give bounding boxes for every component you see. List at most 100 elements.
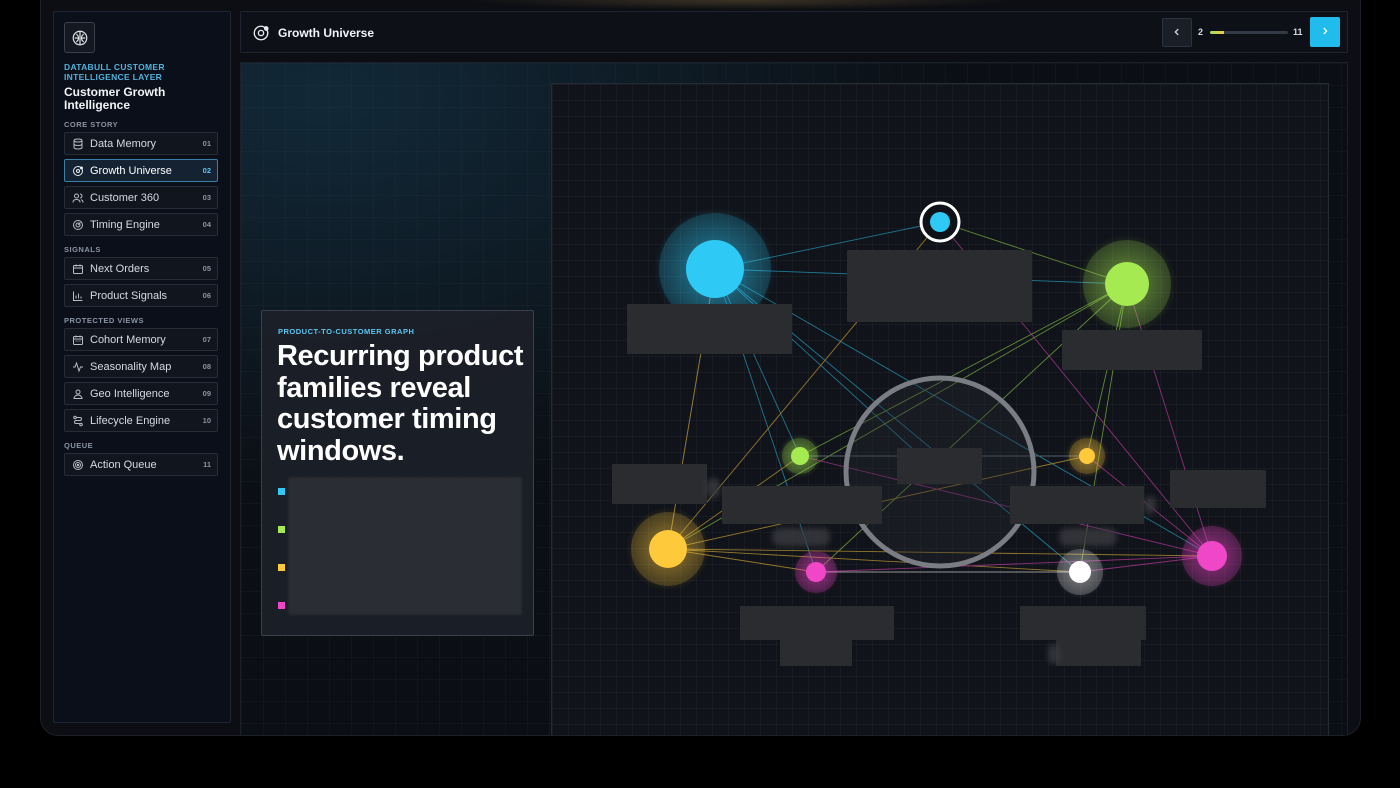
redacted-node-label <box>780 640 852 666</box>
bar-chart-icon <box>71 289 84 302</box>
sidebar-item-product-signals[interactable]: Product Signals 06 <box>64 284 218 307</box>
sidebar-item-data-memory[interactable]: Data Memory 01 <box>64 132 218 155</box>
node-green[interactable] <box>1105 262 1149 306</box>
sidebar-item-label: Data Memory <box>90 137 157 150</box>
page-progress <box>1210 31 1288 34</box>
sidebar-item-label: Cohort Memory <box>90 333 166 346</box>
redacted-node-label <box>627 304 792 354</box>
sidebar-item-label: Timing Engine <box>90 218 160 231</box>
redacted-node-label <box>1020 606 1146 640</box>
sidebar-item-geo-intelligence[interactable]: Geo Intelligence 09 <box>64 382 218 405</box>
sidebar-item-label: Seasonality Map <box>90 360 172 373</box>
redacted-node-label <box>612 464 707 504</box>
calendar-icon <box>71 262 84 275</box>
timer-icon <box>71 218 84 231</box>
legend-swatch-yellow <box>278 564 285 571</box>
sidebar-item-number: 02 <box>202 166 211 175</box>
redacted-node-label <box>847 250 1032 322</box>
sidebar-item-number: 05 <box>202 264 211 273</box>
chevron-left-icon <box>1172 24 1182 42</box>
sidebar-item-action-queue[interactable]: Action Queue 11 <box>64 453 218 476</box>
page-total: 11 <box>1293 27 1303 37</box>
redacted-node-tag <box>772 528 830 546</box>
sidebar-item-label: Growth Universe <box>90 164 172 177</box>
nav-section-core-story: CORE STORY <box>64 120 119 129</box>
redacted-node-label <box>1170 470 1266 508</box>
sidebar-item-cohort-memory[interactable]: Cohort Memory 07 <box>64 328 218 351</box>
node-yellow[interactable] <box>649 530 687 568</box>
sidebar-item-number: 10 <box>202 416 211 425</box>
sidebar-item-number: 07 <box>202 335 211 344</box>
redacted-node-label <box>722 486 882 524</box>
sidebar-item-seasonality-map[interactable]: Seasonality Map 08 <box>64 355 218 378</box>
node-magenta-small[interactable] <box>806 562 826 582</box>
page-current: 2 <box>1198 27 1204 37</box>
calendar-icon <box>71 333 84 346</box>
sidebar-item-timing-engine[interactable]: Timing Engine 04 <box>64 213 218 236</box>
target-icon <box>71 458 84 471</box>
sidebar-item-number: 09 <box>202 389 211 398</box>
page-title: Growth Universe <box>278 26 375 40</box>
nav-section-protected-views: PROTECTED VIEWS <box>64 316 145 325</box>
page-progress-fill <box>1210 31 1225 34</box>
sidebar-item-number: 03 <box>202 193 211 202</box>
redacted-node-tag <box>1048 644 1060 664</box>
product-graph <box>551 83 1329 735</box>
previous-page-button[interactable] <box>1162 18 1192 47</box>
sidebar-item-label: Customer 360 <box>90 191 160 204</box>
graph-svg <box>626 201 1246 598</box>
node-green-small[interactable] <box>791 447 809 465</box>
main-canvas: PRODUCT-TO-CUSTOMER GRAPH Recurring prod… <box>240 62 1348 735</box>
sidebar-item-customer-360[interactable]: Customer 360 03 <box>64 186 218 209</box>
brand-title: Customer Growth Intelligence <box>64 85 166 112</box>
sidebar-item-number: 06 <box>202 291 211 300</box>
redacted-node-tag <box>706 478 720 498</box>
users-icon <box>71 191 84 204</box>
page-header: Growth Universe 2 11 <box>240 11 1348 53</box>
sidebar-item-label: Action Queue <box>90 458 157 471</box>
sidebar-item-label: Product Signals <box>90 289 168 302</box>
sidebar-item-number: 08 <box>202 362 211 371</box>
redacted-legend-text <box>288 477 522 615</box>
chevron-right-icon <box>1320 23 1330 41</box>
sidebar-item-growth-universe[interactable]: Growth Universe 02 <box>64 159 218 182</box>
card-headline: Recurring product families reveal custom… <box>277 340 524 467</box>
sidebar-item-number: 11 <box>203 460 211 469</box>
legend-swatch-cyan <box>278 488 285 495</box>
top-glow <box>461 0 1021 10</box>
node-cyan[interactable] <box>686 240 744 298</box>
orbit-icon <box>71 164 84 177</box>
node-top-core[interactable] <box>930 212 950 232</box>
story-card: PRODUCT-TO-CUSTOMER GRAPH Recurring prod… <box>261 310 534 636</box>
node-magenta[interactable] <box>1197 541 1227 571</box>
database-icon <box>71 137 84 150</box>
node-white[interactable] <box>1069 561 1091 583</box>
next-page-button[interactable] <box>1310 17 1340 47</box>
sidebar-item-lifecycle-engine[interactable]: Lifecycle Engine 10 <box>64 409 218 432</box>
nav-section-queue: QUEUE <box>64 441 94 450</box>
redacted-node-tag <box>1144 496 1156 514</box>
sidebar-item-label: Lifecycle Engine <box>90 414 171 427</box>
pulse-icon <box>71 360 84 373</box>
node-yellow-small[interactable] <box>1079 448 1095 464</box>
legend-swatch-magenta <box>278 602 285 609</box>
redacted-node-tag <box>1059 528 1117 546</box>
sidebar-item-next-orders[interactable]: Next Orders 05 <box>64 257 218 280</box>
redacted-node-label <box>1062 330 1202 370</box>
app-frame: DATABULL CUSTOMER INTELLIGENCE LAYER Cus… <box>40 0 1361 736</box>
sidebar-item-label: Geo Intelligence <box>90 387 170 400</box>
map-pin-icon <box>71 387 84 400</box>
sidebar-item-number: 01 <box>202 139 211 148</box>
redacted-node-label <box>897 448 982 484</box>
sidebar-item-label: Next Orders <box>90 262 150 275</box>
route-icon <box>71 414 84 427</box>
card-eyebrow: PRODUCT-TO-CUSTOMER GRAPH <box>278 327 415 336</box>
redacted-node-label <box>1056 640 1141 666</box>
nav-section-signals: SIGNALS <box>64 245 101 254</box>
sidebar: DATABULL CUSTOMER INTELLIGENCE LAYER Cus… <box>53 11 231 723</box>
redacted-node-label <box>1010 486 1144 524</box>
redacted-node-label <box>740 606 894 640</box>
brand-eyebrow: DATABULL CUSTOMER INTELLIGENCE LAYER <box>64 62 165 82</box>
orbit-icon <box>252 24 270 42</box>
sidebar-item-number: 04 <box>202 220 211 229</box>
